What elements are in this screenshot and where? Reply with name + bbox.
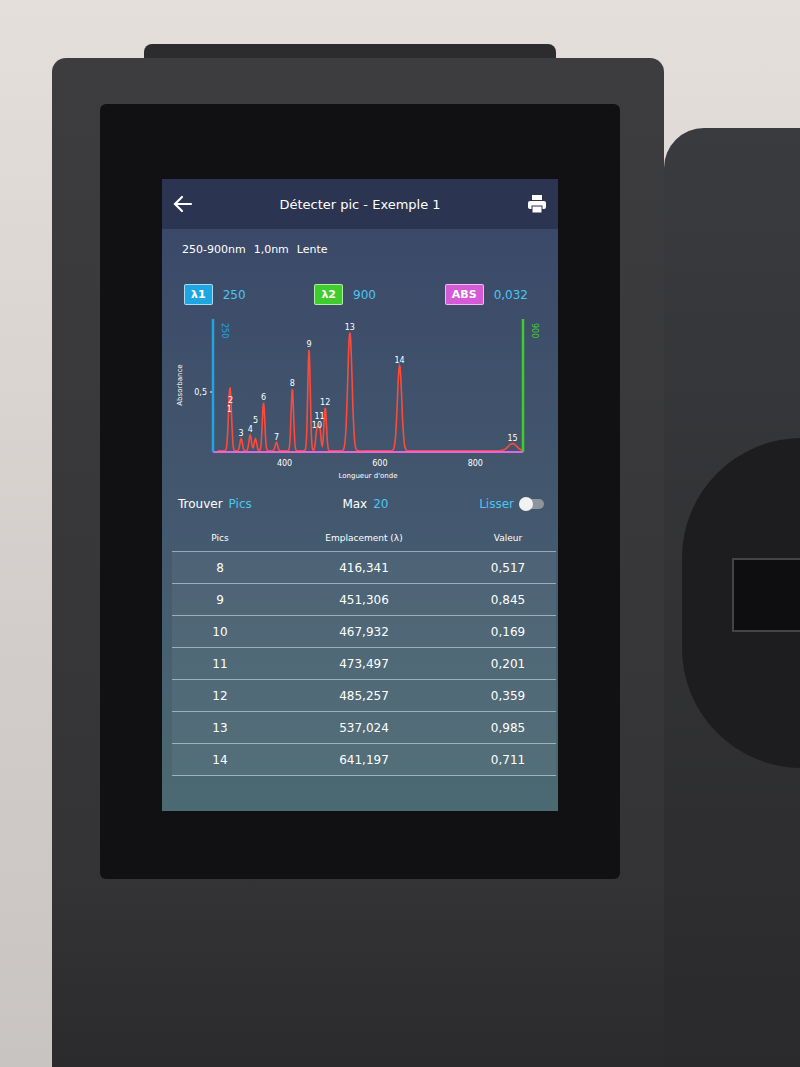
back-arrow-icon[interactable]	[172, 193, 194, 215]
device-handle	[144, 44, 556, 58]
marker-badge: λ2	[314, 284, 343, 305]
max-control[interactable]: Max 20	[342, 497, 388, 511]
value-cell: 0,517	[460, 561, 556, 575]
cursor-label: 900	[530, 323, 539, 338]
table-row[interactable]: 13537,0240,985	[172, 712, 556, 744]
peak-label: 1	[227, 405, 232, 414]
screen-bezel: Détecter pic - Exemple 1 250-900nm 1,0nm Le…	[100, 104, 620, 879]
peak-label: 7	[274, 433, 279, 442]
value-cell: 0,711	[460, 753, 556, 767]
marker-value: 900	[353, 288, 376, 302]
scan-step: 1,0nm	[254, 243, 289, 256]
location-cell: 416,341	[268, 561, 460, 575]
marker-badge: λ1	[184, 284, 213, 305]
x-tick: 400	[277, 459, 292, 468]
location-cell: 467,932	[268, 625, 460, 639]
smooth-label: Lisser	[479, 497, 514, 511]
scan-range: 250-900nm	[182, 243, 246, 256]
column-header: Emplacement (λ)	[268, 533, 460, 543]
column-header: Valeur	[460, 533, 556, 543]
find-label: Trouver	[178, 497, 223, 511]
cursor-line[interactable]	[522, 319, 525, 452]
peak-label: 10	[312, 421, 322, 430]
cursor-label: 250	[220, 323, 229, 338]
table-row[interactable]: 11473,4970,201	[172, 648, 556, 680]
peak-label: 3	[239, 429, 244, 438]
marker-value: 0,032	[494, 288, 528, 302]
smooth-toggle[interactable]	[520, 499, 544, 509]
peak-label: 4	[248, 425, 253, 434]
y-axis-label: Absorbance	[176, 364, 184, 405]
cursor-line[interactable]	[212, 319, 215, 452]
peak-cell: 9	[172, 593, 268, 607]
location-cell: 537,024	[268, 721, 460, 735]
scan-speed: Lente	[297, 243, 328, 256]
table-header: PicsEmplacement (λ)Valeur	[172, 525, 556, 552]
table-row[interactable]: 8416,3410,517	[172, 552, 556, 584]
display: Détecter pic - Exemple 1 250-900nm 1,0nm Le…	[162, 179, 558, 811]
spectrum-line	[218, 333, 523, 451]
peak-cell: 13	[172, 721, 268, 735]
value-cell: 0,845	[460, 593, 556, 607]
cuvette-holder	[732, 558, 800, 632]
y-tick: 0,5	[194, 388, 207, 397]
peak-label: 11	[314, 412, 324, 421]
location-cell: 473,497	[268, 657, 460, 671]
peak-cell: 8	[172, 561, 268, 575]
x-tick: 800	[468, 459, 483, 468]
table-row[interactable]: 14641,1970,711	[172, 744, 556, 776]
peak-label: 5	[253, 416, 258, 425]
screen-body: 250-900nm 1,0nm Lente λ1 250 λ2 900 ABS 0,032 Abs…	[162, 229, 558, 811]
scan-info: 250-900nm 1,0nm Lente	[162, 229, 558, 256]
marker[interactable]: ABS 0,032	[445, 284, 528, 305]
spectrophotometer: Détecter pic - Exemple 1 250-900nm 1,0nm Le…	[52, 58, 664, 1067]
value-cell: 0,985	[460, 721, 556, 735]
max-label: Max	[342, 497, 367, 511]
table-row[interactable]: 12485,2570,359	[172, 680, 556, 712]
peak-label: 15	[507, 434, 517, 443]
find-control[interactable]: Trouver Pics	[178, 497, 252, 511]
peak-label: 12	[320, 398, 330, 407]
smooth-control: Lisser	[479, 497, 544, 511]
peak-label: 14	[394, 356, 404, 365]
peak-label: 6	[261, 393, 266, 402]
screen-title: Détecter pic - Exemple 1	[202, 197, 518, 212]
spectrum-chart: Absorbance0,5250900123456789101112131415…	[172, 315, 548, 487]
peak-cell: 12	[172, 689, 268, 703]
peak-cell: 14	[172, 753, 268, 767]
peak-label: 8	[290, 379, 295, 388]
peak-cell: 11	[172, 657, 268, 671]
column-header: Pics	[172, 533, 268, 543]
value-cell: 0,359	[460, 689, 556, 703]
find-value: Pics	[229, 497, 252, 511]
marker[interactable]: λ2 900	[314, 284, 376, 305]
value-cell: 0,201	[460, 657, 556, 671]
header-bar: Détecter pic - Exemple 1	[162, 179, 558, 229]
photo-scene: Détecter pic - Exemple 1 250-900nm 1,0nm Le…	[0, 0, 800, 1067]
table-row[interactable]: 10467,9320,169	[172, 616, 556, 648]
peak-cell: 10	[172, 625, 268, 639]
max-value: 20	[373, 497, 388, 511]
marker[interactable]: λ1 250	[184, 284, 246, 305]
x-tick: 600	[372, 459, 387, 468]
peak-label: 9	[306, 340, 311, 349]
peak-table: PicsEmplacement (λ)Valeur8416,3410,51794…	[172, 525, 556, 776]
compartment-opening	[682, 438, 800, 768]
x-axis	[213, 451, 523, 453]
value-cell: 0,169	[460, 625, 556, 639]
sample-compartment	[664, 128, 800, 1067]
location-cell: 641,197	[268, 753, 460, 767]
printer-icon[interactable]	[526, 193, 548, 215]
marker-row: λ1 250 λ2 900 ABS 0,032	[162, 256, 558, 305]
controls-row: Trouver Pics Max 20 Lisser	[162, 487, 558, 511]
location-cell: 485,257	[268, 689, 460, 703]
table-row[interactable]: 9451,3060,845	[172, 584, 556, 616]
toggle-knob	[519, 497, 533, 511]
location-cell: 451,306	[268, 593, 460, 607]
peak-label: 13	[345, 323, 355, 332]
peak-label: 2	[228, 396, 233, 405]
marker-value: 250	[223, 288, 246, 302]
x-axis-label: Longueur d'onde	[338, 472, 397, 480]
marker-badge: ABS	[445, 284, 484, 305]
